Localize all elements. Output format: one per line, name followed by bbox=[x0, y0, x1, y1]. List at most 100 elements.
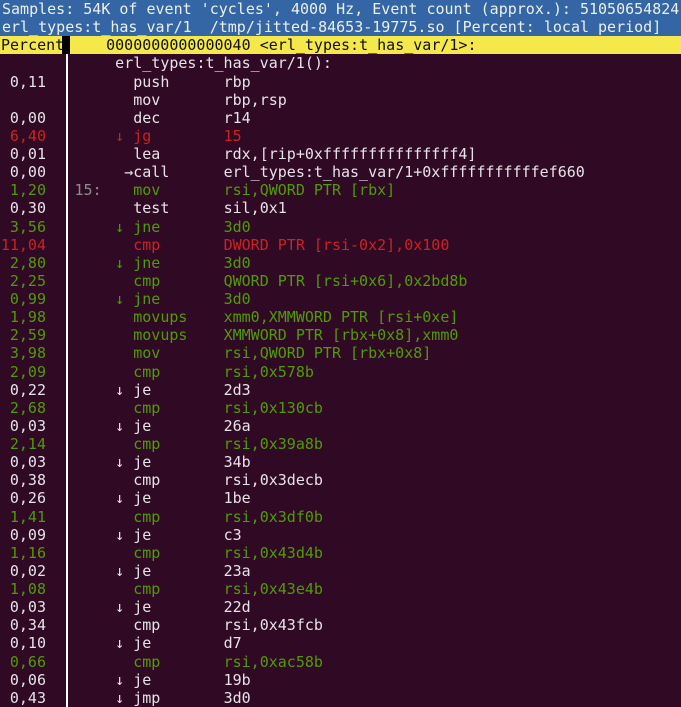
asm-row[interactable]: 2,14cmprsi,0x39a8b bbox=[0, 435, 681, 453]
jump-down-arrow-icon: ↓ bbox=[115, 689, 124, 707]
asm-row[interactable]: 0,03↓je22d bbox=[0, 598, 681, 616]
call-arrow-icon: → bbox=[124, 163, 133, 181]
asm-row[interactable]: erl_types:t_has_var/1(): bbox=[0, 54, 681, 72]
asm-row[interactable]: 6,40 ↓jg15 bbox=[0, 127, 681, 145]
jump-down-arrow-icon: ↓ bbox=[115, 562, 124, 580]
operands: rbp,rsp bbox=[224, 91, 287, 109]
asm-row[interactable]: 0,38cmprsi,0x3decb bbox=[0, 471, 681, 489]
jump-target-label: 15: bbox=[75, 181, 102, 199]
mnemonic: je bbox=[133, 489, 151, 507]
operands: rsi,0x130cb bbox=[224, 399, 323, 417]
percent-value: 2,14 bbox=[0, 435, 62, 453]
asm-row[interactable]: 2,80↓jne3d0 bbox=[0, 254, 681, 272]
jump-down-arrow-icon: ↓ bbox=[115, 489, 124, 507]
asm-row[interactable]: 0,11pushrbp bbox=[0, 73, 681, 91]
asm-row[interactable]: 0,30testsil,0x1 bbox=[0, 199, 681, 217]
asm-row[interactable]: 1,41cmprsi,0x3df0b bbox=[0, 508, 681, 526]
operands: 1be bbox=[224, 489, 251, 507]
asm-row[interactable]: 0,34cmprsi,0x43fcb bbox=[0, 616, 681, 634]
mnemonic: je bbox=[133, 598, 151, 616]
percent-value: 6,40 bbox=[0, 127, 62, 145]
mnemonic: cmp bbox=[133, 363, 160, 381]
instruction-text: ↓jne3d0 bbox=[70, 218, 681, 236]
jump-down-arrow-icon: ↓ bbox=[115, 671, 124, 689]
jump-down-arrow-icon: ↓ bbox=[115, 218, 124, 236]
mnemonic: movups bbox=[133, 308, 187, 326]
instruction-text: leardx,[rip+0xfffffffffffffff4] bbox=[70, 145, 681, 163]
mnemonic: cmp bbox=[133, 653, 160, 671]
asm-row[interactable]: 3,56↓jne3d0 bbox=[0, 218, 681, 236]
mnemonic: lea bbox=[133, 145, 160, 163]
percent-separator-line bbox=[66, 54, 68, 707]
asm-row[interactable]: 0,03↓je34b bbox=[0, 453, 681, 471]
asm-row[interactable]: 0,43↓jmp3d0 bbox=[0, 689, 681, 707]
instruction-text: cmpDWORD PTR [rsi-0x2],0x100 bbox=[70, 236, 681, 254]
asm-row[interactable]: 1,98movupsxmm0,XMMWORD PTR [rsi+0xe] bbox=[0, 308, 681, 326]
percent-value: 0,66 bbox=[0, 653, 62, 671]
instruction-text: movrbp,rsp bbox=[70, 91, 681, 109]
instruction-text: ↓je2d3 bbox=[70, 381, 681, 399]
asm-row[interactable]: movrbp,rsp bbox=[0, 91, 681, 109]
asm-row[interactable]: 0,00decr14 bbox=[0, 109, 681, 127]
percent-value: 2,25 bbox=[0, 272, 62, 290]
asm-row[interactable]: 0,66 cmp rsi,0xac58b bbox=[0, 653, 681, 671]
instruction-text: ↓jg15 bbox=[70, 127, 681, 145]
asm-row[interactable]: 0,02 ↓je23a bbox=[0, 562, 681, 580]
asm-row[interactable]: 0,00→callerl_types:t_has_var/1+0xfffffff… bbox=[0, 163, 681, 181]
symbol-header-line: erl_types:t_has_var/1 /tmp/jitted-84653-… bbox=[0, 18, 681, 36]
operands: 23a bbox=[224, 562, 251, 580]
instruction-text: ↓je34b bbox=[70, 453, 681, 471]
asm-row[interactable]: 0,01leardx,[rip+0xfffffffffffffff4] bbox=[0, 145, 681, 163]
column-separator-gap bbox=[62, 36, 70, 54]
asm-row[interactable]: 1,16cmprsi,0x43d4b bbox=[0, 544, 681, 562]
mnemonic: cmp bbox=[133, 471, 160, 489]
operands: rsi,0xac58b bbox=[224, 653, 323, 671]
mnemonic: je bbox=[133, 634, 151, 652]
instruction-text: cmprsi,0x43e4b bbox=[70, 580, 681, 598]
asm-row[interactable]: 0,10↓jed7 bbox=[0, 634, 681, 652]
operands: 19b bbox=[224, 671, 251, 689]
instruction-text: ↓jne3d0 bbox=[70, 290, 681, 308]
operands: d7 bbox=[224, 634, 242, 652]
asm-row[interactable]: 2,59movupsXMMWORD PTR [rbx+0x8],xmm0 bbox=[0, 326, 681, 344]
asm-row[interactable]: 2,68cmprsi,0x130cb bbox=[0, 399, 681, 417]
asm-row[interactable]: 0,09↓jec3 bbox=[0, 526, 681, 544]
operands: rsi,0x43fcb bbox=[224, 616, 323, 634]
mnemonic: mov bbox=[133, 181, 160, 199]
asm-row[interactable]: 2,09cmprsi,0x578b bbox=[0, 363, 681, 381]
asm-row[interactable]: 1,2015:movrsi,QWORD PTR [rbx] bbox=[0, 181, 681, 199]
percent-value: 0,06 bbox=[0, 671, 62, 689]
asm-row[interactable]: 3,98movrsi,QWORD PTR [rbx+0x8] bbox=[0, 344, 681, 362]
operands: rsi,0x43d4b bbox=[224, 544, 323, 562]
instruction-text: →call erl_types:t_has_var/1+0xfffffffffff… bbox=[70, 163, 681, 181]
instruction-text: cmprsi,0x43d4b bbox=[70, 544, 681, 562]
asm-row[interactable]: 11,04 cmpDWORD PTR [rsi-0x2],0x100 bbox=[0, 236, 681, 254]
mnemonic: call bbox=[133, 163, 169, 181]
instruction-text: ↓je23a bbox=[70, 562, 681, 580]
percent-value: 1,98 bbox=[0, 308, 62, 326]
instruction-text: ↓jed7 bbox=[70, 634, 681, 652]
percent-value: 0,03 bbox=[0, 598, 62, 616]
function-signature: erl_types:t_has_var/1(): bbox=[115, 54, 332, 72]
operands: erl_types:t_has_var/1+0xfffffffffffef660 bbox=[224, 163, 585, 181]
mnemonic: jg bbox=[133, 127, 151, 145]
asm-row[interactable]: 1,08cmprsi,0x43e4b bbox=[0, 580, 681, 598]
instruction-text: cmp rsi,0xac58b bbox=[70, 653, 681, 671]
asm-row[interactable]: 0,06↓je19b bbox=[0, 671, 681, 689]
instruction-text: cmprsi,0x578b bbox=[70, 363, 681, 381]
selected-address-row[interactable]: Percent 0000000000000040<erl_types:t_has… bbox=[0, 36, 681, 54]
mnemonic: test bbox=[133, 199, 169, 217]
asm-row[interactable]: 0,22↓je2d3 bbox=[0, 381, 681, 399]
percent-value: 11,04 bbox=[0, 236, 62, 254]
percent-value: 0,02 bbox=[0, 562, 62, 580]
asm-row[interactable]: 0,26↓je1be bbox=[0, 489, 681, 507]
asm-row[interactable]: 0,99↓jne3d0 bbox=[0, 290, 681, 308]
operands: rbp bbox=[224, 73, 251, 91]
asm-row[interactable]: 0,03↓je26a bbox=[0, 417, 681, 435]
symbol-name: <erl_types:t_has_var/1>: bbox=[260, 36, 477, 54]
operands: 26a bbox=[224, 417, 251, 435]
mnemonic: jne bbox=[133, 290, 160, 308]
asm-row[interactable]: 2,25cmpQWORD PTR [rsi+0x6],0x2bd8b bbox=[0, 272, 681, 290]
percent-value: 1,41 bbox=[0, 508, 62, 526]
instruction-text: ↓je26a bbox=[70, 417, 681, 435]
